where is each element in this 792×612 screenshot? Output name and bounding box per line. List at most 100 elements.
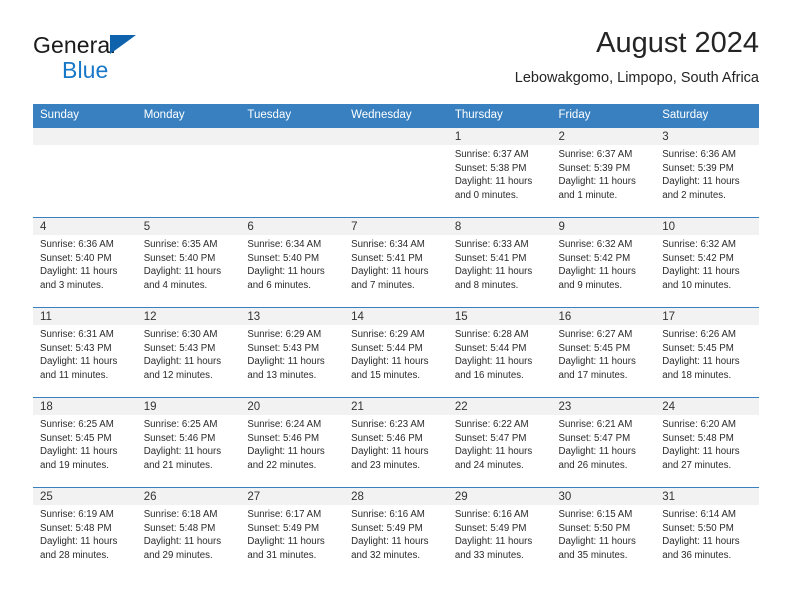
page-header: General Blue August 2024 Lebowakgomo, Li… <box>33 26 759 98</box>
day-cell-inner: 16 Sunrise: 6:27 AM Sunset: 5:45 PM Dayligh… <box>551 308 656 397</box>
day-number: 5 <box>136 218 241 235</box>
calendar-day-cell[interactable]: 21 Sunrise: 6:23 AM Sunset: 5:46 PM Dayligh… <box>344 397 448 488</box>
day-details: Sunrise: 6:27 AM Sunset: 5:45 PM Daylight:… <box>552 325 656 382</box>
calendar-day-cell[interactable]: 12 Sunrise: 6:30 AM Sunset: 5:43 PM Dayligh… <box>136 307 241 398</box>
calendar-day-cell[interactable]: 26 Sunrise: 6:18 AM Sunset: 5:48 PM Dayligh… <box>136 487 241 577</box>
calendar-day-cell[interactable]: 27 Sunrise: 6:17 AM Sunset: 5:49 PM Dayligh… <box>240 487 345 577</box>
calendar-day-cell[interactable]: 9 Sunrise: 6:32 AM Sunset: 5:42 PM Daylight… <box>551 217 656 308</box>
daylight-text-line2: and 9 minutes. <box>558 279 623 291</box>
calendar-table: Sunday Monday Tuesday Wednesday Thursday… <box>33 104 759 577</box>
daylight-text-line2: and 27 minutes. <box>662 459 732 471</box>
calendar-day-cell[interactable]: 23 Sunrise: 6:21 AM Sunset: 5:47 PM Dayligh… <box>551 397 656 488</box>
calendar-page: General Blue August 2024 Lebowakgomo, Li… <box>0 0 792 612</box>
calendar-day-cell[interactable]: 18 Sunrise: 6:25 AM Sunset: 5:45 PM Dayligh… <box>33 397 137 488</box>
daylight-text-line2: and 0 minutes. <box>454 189 519 201</box>
daylight-text-line1: Daylight: 11 hours <box>662 536 740 548</box>
day-number: 25 <box>33 488 137 505</box>
calendar-day-cell[interactable]: 1 Sunrise: 6:37 AM Sunset: 5:38 PM Daylight… <box>447 127 552 218</box>
day-cell-inner: 29 Sunrise: 6:16 AM Sunset: 5:49 PM Dayligh… <box>447 488 552 577</box>
calendar-day-cell[interactable]: 14 Sunrise: 6:29 AM Sunset: 5:44 PM Dayligh… <box>344 307 448 398</box>
general-blue-logo[interactable]: General Blue <box>33 34 223 90</box>
daylight-text-line2: and 26 minutes. <box>558 459 628 471</box>
daylight-text-line2: and 4 minutes. <box>143 279 208 291</box>
day-number: 22 <box>447 398 552 415</box>
day-cell-inner: 26 Sunrise: 6:18 AM Sunset: 5:48 PM Dayligh… <box>136 488 241 577</box>
calendar-day-cell[interactable]: 6 Sunrise: 6:34 AM Sunset: 5:40 PM Daylight… <box>240 217 345 308</box>
day-cell-inner: 17 Sunrise: 6:26 AM Sunset: 5:45 PM Dayligh… <box>655 308 759 397</box>
day-details: Sunrise: 6:28 AM Sunset: 5:44 PM Daylight:… <box>448 325 552 382</box>
day-details: Sunrise: 6:20 AM Sunset: 5:48 PM Daylight:… <box>655 415 759 472</box>
calendar-day-cell[interactable]: 11 Sunrise: 6:31 AM Sunset: 5:43 PM Dayligh… <box>33 307 137 398</box>
logo-triangle-icon <box>110 35 136 54</box>
day-number: 23 <box>551 398 656 415</box>
daylight-text-line1: Daylight: 11 hours <box>454 266 533 278</box>
sunrise-text: Sunrise: 6:37 AM <box>454 149 529 160</box>
calendar-day-cell[interactable]: 16 Sunrise: 6:27 AM Sunset: 5:45 PM Dayligh… <box>551 307 656 398</box>
calendar-day-cell[interactable]: 24 Sunrise: 6:20 AM Sunset: 5:48 PM Dayligh… <box>655 397 759 488</box>
day-details: Sunrise: 6:23 AM Sunset: 5:46 PM Daylight:… <box>344 415 448 472</box>
sunrise-text: Sunrise: 6:36 AM <box>40 239 114 250</box>
daylight-text-line2: and 29 minutes. <box>143 549 213 561</box>
sunset-text: Sunset: 5:45 PM <box>40 432 112 444</box>
logo-text-blue: Blue <box>62 57 109 83</box>
day-number: 1 <box>447 128 552 145</box>
daylight-text-line1: Daylight: 11 hours <box>351 266 429 278</box>
calendar-day-cell[interactable]: 19 Sunrise: 6:25 AM Sunset: 5:46 PM Dayligh… <box>136 397 241 488</box>
sunset-text: Sunset: 5:43 PM <box>143 342 216 354</box>
day-cell-inner: 10 Sunrise: 6:32 AM Sunset: 5:42 PM Dayligh… <box>655 218 759 307</box>
sunset-text: Sunset: 5:39 PM <box>558 162 631 174</box>
day-number: 6 <box>240 218 345 235</box>
calendar-day-cell[interactable]: 17 Sunrise: 6:26 AM Sunset: 5:45 PM Dayligh… <box>655 307 759 398</box>
day-number: 27 <box>240 488 345 505</box>
day-number: 29 <box>447 488 552 505</box>
calendar-day-cell[interactable]: 28 Sunrise: 6:16 AM Sunset: 5:49 PM Dayligh… <box>344 487 448 577</box>
sunset-text: Sunset: 5:44 PM <box>351 342 423 354</box>
daylight-text-line2: and 15 minutes. <box>351 369 421 381</box>
calendar-day-cell[interactable]: 20 Sunrise: 6:24 AM Sunset: 5:46 PM Dayligh… <box>240 397 345 488</box>
calendar-day-cell[interactable]: 15 Sunrise: 6:28 AM Sunset: 5:44 PM Dayligh… <box>447 307 552 398</box>
day-details: Sunrise: 6:31 AM Sunset: 5:43 PM Daylight:… <box>33 325 137 382</box>
day-number: 4 <box>33 218 137 235</box>
calendar-day-cell[interactable]: 4 Sunrise: 6:36 AM Sunset: 5:40 PM Daylight… <box>33 217 137 308</box>
calendar-day-cell[interactable]: 5 Sunrise: 6:35 AM Sunset: 5:40 PM Daylight… <box>136 217 241 308</box>
day-number: 10 <box>655 218 759 235</box>
calendar-day-cell[interactable]: 25 Sunrise: 6:19 AM Sunset: 5:48 PM Dayligh… <box>33 487 137 577</box>
daylight-text-line1: Daylight: 11 hours <box>143 266 222 278</box>
weekday-header-monday: Monday <box>136 104 241 128</box>
daylight-text-line2: and 16 minutes. <box>454 369 524 381</box>
sunrise-text: Sunrise: 6:34 AM <box>247 239 322 250</box>
daylight-text-line1: Daylight: 11 hours <box>558 176 636 188</box>
daylight-text-line1: Daylight: 11 hours <box>247 446 325 458</box>
calendar-day-cell[interactable]: 31 Sunrise: 6:14 AM Sunset: 5:50 PM Dayligh… <box>655 487 759 577</box>
sunrise-text: Sunrise: 6:29 AM <box>247 329 322 340</box>
calendar-day-cell[interactable]: 2 Sunrise: 6:37 AM Sunset: 5:39 PM Daylight… <box>551 127 656 218</box>
sunrise-text: Sunrise: 6:32 AM <box>662 239 736 250</box>
sunrise-text: Sunrise: 6:18 AM <box>143 509 218 520</box>
day-cell-inner: 31 Sunrise: 6:14 AM Sunset: 5:50 PM Dayligh… <box>655 488 759 577</box>
day-number: 8 <box>447 218 552 235</box>
day-details: Sunrise: 6:26 AM Sunset: 5:45 PM Daylight:… <box>655 325 759 382</box>
sunset-text: Sunset: 5:48 PM <box>143 522 216 534</box>
calendar-week-row: 25 Sunrise: 6:19 AM Sunset: 5:48 PM Dayligh… <box>33 487 759 577</box>
calendar-day-cell[interactable]: 8 Sunrise: 6:33 AM Sunset: 5:41 PM Daylight… <box>447 217 552 308</box>
daylight-text-line1: Daylight: 11 hours <box>662 446 740 458</box>
day-cell-inner <box>240 128 345 217</box>
calendar-day-cell[interactable]: 10 Sunrise: 6:32 AM Sunset: 5:42 PM Dayligh… <box>655 217 759 308</box>
day-details: Sunrise: 6:16 AM Sunset: 5:49 PM Daylight:… <box>448 505 552 562</box>
daylight-text-line2: and 19 minutes. <box>40 459 109 471</box>
day-details: Sunrise: 6:17 AM Sunset: 5:49 PM Daylight:… <box>240 505 344 562</box>
calendar-day-cell[interactable]: 7 Sunrise: 6:34 AM Sunset: 5:41 PM Daylight… <box>344 217 448 308</box>
sunrise-text: Sunrise: 6:25 AM <box>40 419 114 430</box>
calendar-day-cell[interactable]: 22 Sunrise: 6:22 AM Sunset: 5:47 PM Dayligh… <box>447 397 552 488</box>
calendar-day-cell[interactable]: 3 Sunrise: 6:36 AM Sunset: 5:39 PM Daylight… <box>655 127 759 218</box>
calendar-day-cell[interactable]: 29 Sunrise: 6:16 AM Sunset: 5:49 PM Dayligh… <box>447 487 552 577</box>
sunset-text: Sunset: 5:40 PM <box>143 252 216 264</box>
day-cell-inner <box>344 128 448 217</box>
calendar-day-cell[interactable]: 13 Sunrise: 6:29 AM Sunset: 5:43 PM Dayligh… <box>240 307 345 398</box>
daylight-text-line2: and 2 minutes. <box>662 189 726 201</box>
daylight-text-line1: Daylight: 11 hours <box>247 536 325 548</box>
daylight-text-line1: Daylight: 11 hours <box>558 536 636 548</box>
day-cell-inner: 21 Sunrise: 6:23 AM Sunset: 5:46 PM Dayligh… <box>344 398 448 487</box>
calendar-day-cell[interactable]: 30 Sunrise: 6:15 AM Sunset: 5:50 PM Dayligh… <box>551 487 656 577</box>
daylight-text-line1: Daylight: 11 hours <box>662 266 740 278</box>
